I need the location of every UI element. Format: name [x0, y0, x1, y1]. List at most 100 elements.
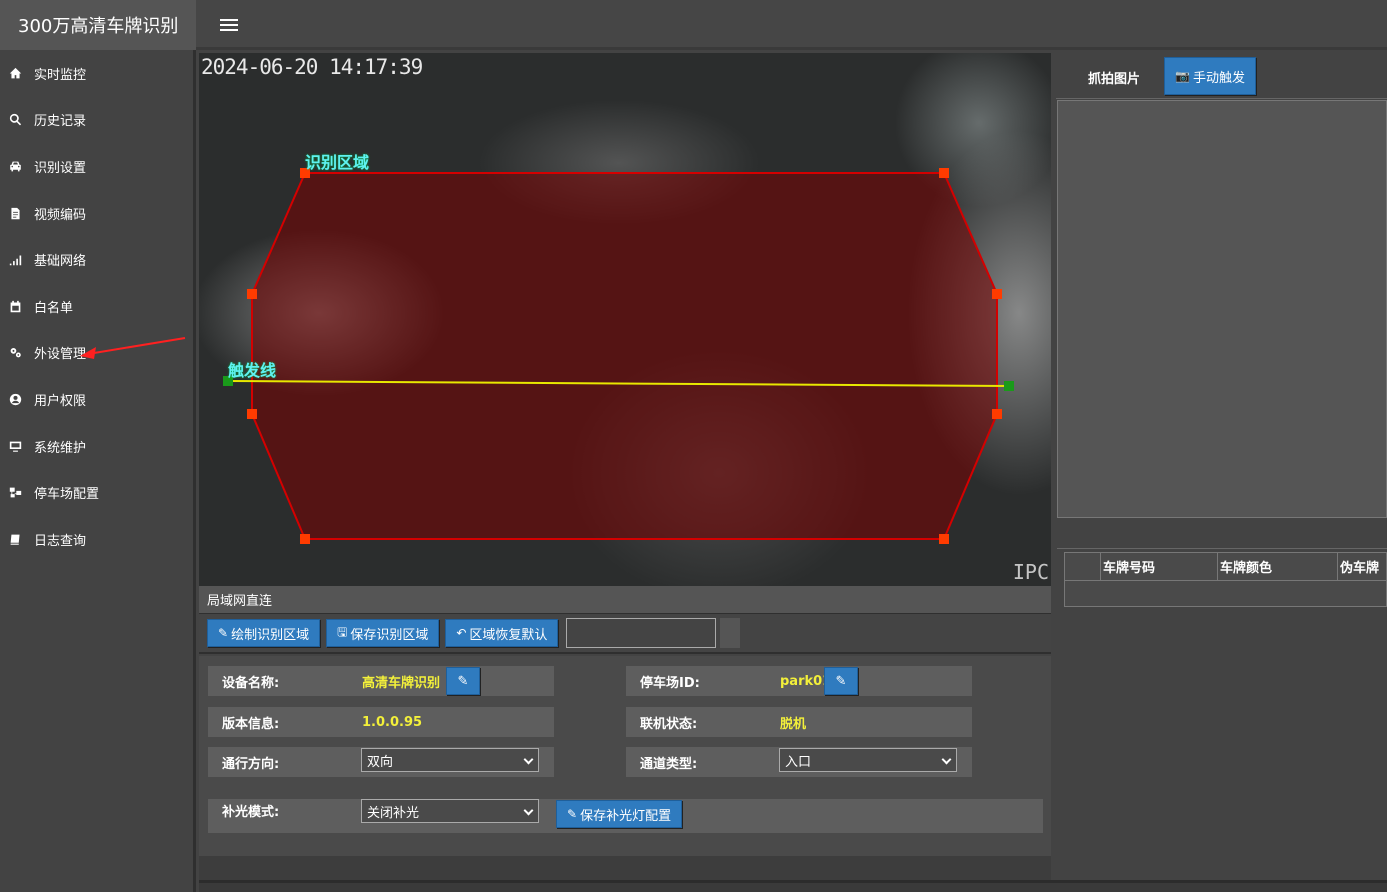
channel-type-select[interactable]: 入口	[779, 748, 957, 772]
pencil-icon: ✎	[567, 807, 578, 821]
light-mode-select[interactable]: 关闭补光	[361, 799, 539, 823]
parking-id-row: 停车场ID: park01 ✎	[626, 666, 972, 696]
sidebar-item-label: 历史记录	[34, 114, 87, 130]
user-icon	[8, 392, 22, 406]
sidebar-item-recognition-settings[interactable]: 识别设置	[0, 143, 193, 190]
video-watermark: IPC	[1012, 560, 1049, 584]
chevron-down-icon	[523, 805, 534, 816]
divider	[1057, 548, 1387, 549]
footer	[199, 880, 1387, 892]
sidebar-item-label: 视频编码	[34, 207, 87, 223]
zone-overlay[interactable]	[199, 53, 1051, 586]
zone-label: 识别区域	[305, 153, 370, 172]
manual-trigger-button[interactable]: 📷 手动触发	[1164, 57, 1256, 95]
restore-zone-button[interactable]: ↶ 区域恢复默认	[445, 619, 559, 647]
capture-title: 抓拍图片	[1088, 72, 1141, 87]
channel-type-row: 通道类型: 入口	[626, 747, 972, 777]
version-label: 版本信息:	[222, 716, 280, 732]
channel-type-select-value: 入口	[785, 754, 812, 770]
sidebar-item-system-maintenance[interactable]: 系统维护	[0, 423, 193, 470]
manual-trigger-label: 手动触发	[1192, 70, 1245, 86]
online-status-label: 联机状态:	[640, 716, 698, 732]
sidebar-item-label: 识别设置	[34, 160, 87, 176]
zone-toolbar: ✎ 绘制识别区域 🖫 保存识别区域 ↶ 区域恢复默认	[199, 614, 1051, 654]
device-name-label: 设备名称:	[222, 675, 280, 691]
video-feed[interactable]: 2024-06-20 14:17:39 识别区域 触发线 IPC	[199, 53, 1051, 586]
file-icon	[8, 206, 22, 220]
sidebar-item-label: 实时监控	[34, 67, 87, 83]
sidebar-item-realtime[interactable]: 实时监控	[0, 50, 193, 97]
pencil-icon: ✎	[457, 673, 469, 689]
sidebar-item-whitelist[interactable]: 白名单	[0, 283, 193, 330]
sidebar-item-label: 停车场配置	[34, 487, 100, 503]
light-mode-label: 补光模式:	[222, 805, 280, 820]
sidebar-item-log-query[interactable]: 日志查询	[0, 516, 193, 563]
search-icon	[8, 113, 22, 127]
top-bar	[196, 0, 1387, 50]
parking-id-label: 停车场ID:	[640, 675, 700, 691]
zone-text-input[interactable]	[566, 618, 717, 648]
device-name-row: 设备名称: 高清车牌识别 ✎	[208, 666, 554, 696]
pencil-icon: ✎	[835, 673, 847, 689]
chevron-down-icon	[523, 754, 534, 765]
draw-zone-button[interactable]: ✎ 绘制识别区域	[207, 619, 321, 647]
device-name-value: 高清车牌识别	[362, 675, 441, 691]
pencil-icon: ✎	[218, 626, 229, 640]
signal-icon	[8, 253, 22, 267]
video-timestamp: 2024-06-20 14:17:39	[201, 55, 423, 79]
draw-zone-label: 绘制识别区域	[231, 627, 310, 643]
edit-device-name-button[interactable]: ✎	[446, 667, 480, 695]
sidebar-item-label: 日志查询	[34, 533, 87, 549]
light-mode-select-value: 关闭补光	[367, 805, 420, 821]
save-zone-button[interactable]: 🖫 保存识别区域	[326, 619, 440, 647]
capture-header: 抓拍图片 📷 手动触发	[1056, 53, 1387, 99]
save-light-config-button[interactable]: ✎ 保存补光灯配置	[556, 800, 683, 828]
online-status-row: 联机状态: 脱机	[626, 707, 972, 737]
connection-status: 局域网直连	[199, 586, 1051, 614]
edit-parking-id-button[interactable]: ✎	[824, 667, 858, 695]
direction-label: 通行方向:	[222, 756, 280, 772]
sidebar-item-user-permissions[interactable]: 用户权限	[0, 376, 193, 423]
save-icon: 🖫	[337, 624, 348, 639]
sidebar: 实时监控 历史记录 识别设置 视频编码 基础网络 白名单 外设管理 用户权限 系…	[0, 50, 196, 892]
sidebar-item-video-encoding[interactable]: 视频编码	[0, 190, 193, 237]
connection-label: 局域网直连	[207, 594, 273, 609]
sidebar-item-history[interactable]: 历史记录	[0, 97, 193, 144]
sidebar-item-parking-config[interactable]: 停车场配置	[0, 469, 193, 516]
brand-title: 300万高清车牌识别	[0, 0, 196, 50]
home-icon	[8, 66, 22, 80]
camera-icon: 📷	[1175, 69, 1190, 83]
light-mode-row: 补光模式: 关闭补光 ✎ 保存补光灯配置	[208, 799, 1043, 833]
zone-color-box[interactable]	[720, 618, 741, 648]
undo-icon: ↶	[456, 626, 467, 640]
annotation-arrow	[80, 337, 186, 359]
trigger-line-label: 触发线	[228, 361, 277, 380]
channel-type-label: 通道类型:	[640, 756, 698, 772]
sidebar-item-label: 用户权限	[34, 393, 87, 409]
online-status-value: 脱机	[780, 716, 807, 732]
info-bottom-spacer	[199, 856, 1051, 880]
monitor-icon	[8, 439, 22, 453]
direction-select-value: 双向	[367, 754, 394, 770]
sidebar-item-network[interactable]: 基础网络	[0, 236, 193, 283]
table-header-plate-color: 车牌颜色	[1217, 552, 1338, 581]
save-zone-label: 保存识别区域	[350, 627, 429, 643]
table-header-fake-plate: 伪车牌	[1337, 552, 1387, 581]
direction-select[interactable]: 双向	[361, 748, 539, 772]
direction-row: 通行方向: 双向	[208, 747, 554, 777]
gears-icon	[8, 346, 22, 360]
plate-results-table: 车牌号码 车牌颜色 伪车牌	[1064, 552, 1387, 607]
version-row: 版本信息: 1.0.0.95	[208, 707, 554, 737]
book-icon	[8, 532, 22, 546]
menu-toggle-icon[interactable]	[220, 15, 238, 35]
calendar-icon	[8, 299, 22, 313]
sidebar-item-label: 基础网络	[34, 254, 87, 270]
sidebar-item-label: 白名单	[34, 300, 74, 316]
car-icon	[8, 159, 22, 173]
table-header-select	[1064, 552, 1101, 581]
table-row	[1064, 580, 1387, 607]
capture-image-area	[1057, 100, 1387, 518]
chevron-down-icon	[941, 754, 952, 765]
sidebar-item-label: 系统维护	[34, 440, 87, 456]
restore-zone-label: 区域恢复默认	[469, 627, 548, 643]
